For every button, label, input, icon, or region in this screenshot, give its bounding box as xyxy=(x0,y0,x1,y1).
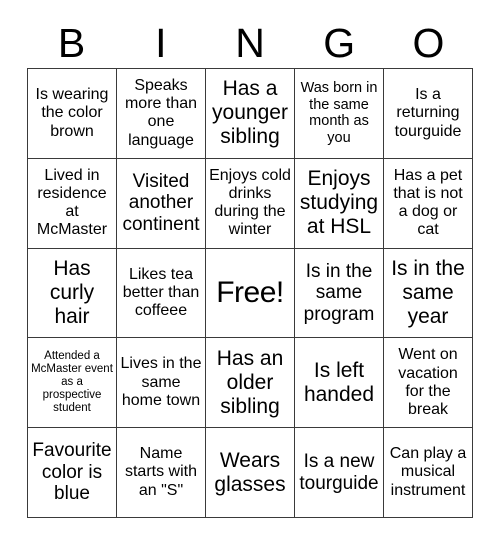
bingo-cell-label: Wears glasses xyxy=(214,448,286,496)
bingo-cell[interactable]: Has a younger sibling xyxy=(206,69,295,159)
bingo-cell[interactable]: Lives in the same home town xyxy=(117,338,206,429)
bingo-cell-label: Visited another continent xyxy=(122,170,200,236)
bingo-cell-label: Is a new tourguide xyxy=(299,450,379,494)
bingo-cell[interactable]: Likes tea better than coffeee xyxy=(117,248,206,339)
bingo-cell-label: Is left handed xyxy=(303,358,375,406)
bingo-cell-label: Lived in residence at McMaster xyxy=(36,166,108,239)
bingo-cell-label: Lives in the same home town xyxy=(120,355,202,409)
bingo-cell[interactable]: Is left handed xyxy=(295,338,384,429)
bingo-cell[interactable]: Is in the same year xyxy=(384,248,473,339)
bingo-cell-label: Is a returning tourguide xyxy=(394,86,462,140)
bingo-cell[interactable]: Wears glasses xyxy=(206,428,295,518)
bingo-cell-label: Is in the same program xyxy=(303,260,375,325)
bingo-cell-label: Has an older sibling xyxy=(216,346,284,418)
bingo-cell-label: Likes tea better than coffeee xyxy=(122,265,200,320)
bingo-cell[interactable]: Has a pet that is not a dog or cat xyxy=(384,158,473,249)
bingo-cell-label: Speaks more than one language xyxy=(124,76,198,149)
bingo-cell[interactable]: Can play a musical instrument xyxy=(384,428,473,518)
bingo-cell-label: Can play a musical instrument xyxy=(389,445,467,499)
bingo-cell-label: Went on vacation for the break xyxy=(398,346,458,419)
bingo-free-space[interactable]: Free! xyxy=(206,248,295,339)
bingo-cell-label: Attended a McMaster event as a prospecti… xyxy=(31,350,113,415)
bingo-cell-label: Has curly hair xyxy=(49,257,95,328)
bingo-cell[interactable]: Name starts with an "S" xyxy=(117,428,206,518)
bingo-cell[interactable]: Is wearing the color brown xyxy=(28,69,117,159)
bingo-cell[interactable]: Is a new tourguide xyxy=(295,428,384,518)
bingo-header-letter-o: O xyxy=(412,19,445,66)
bingo-cell[interactable]: Is in the same program xyxy=(295,248,384,339)
bingo-cell[interactable]: Has curly hair xyxy=(28,248,117,339)
bingo-cell-label: Name starts with an "S" xyxy=(124,445,197,499)
bingo-header-letter-i: I xyxy=(155,19,167,66)
bingo-cell[interactable]: Went on vacation for the break xyxy=(384,338,473,429)
bingo-cell[interactable]: Speaks more than one language xyxy=(117,69,206,159)
bingo-cell[interactable]: Enjoys studying at HSL xyxy=(295,158,384,249)
bingo-cell-label: Favourite color is blue xyxy=(32,440,112,505)
bingo-cell-label: Has a younger sibling xyxy=(212,77,288,149)
bingo-header-letter-n: N xyxy=(235,19,265,66)
bingo-cell-label: Enjoys studying at HSL xyxy=(299,167,379,239)
bingo-cell[interactable]: Has an older sibling xyxy=(206,338,295,429)
bingo-cell[interactable]: Favourite color is blue xyxy=(28,428,117,518)
bingo-grid: Is wearing the color brown Speaks more t… xyxy=(27,68,473,518)
bingo-cell[interactable]: Is a returning tourguide xyxy=(384,69,473,159)
bingo-cell[interactable]: Visited another continent xyxy=(117,158,206,249)
bingo-cell[interactable]: Was born in the same month as you xyxy=(295,69,384,159)
bingo-cell[interactable]: Enjoys cold drinks during the winter xyxy=(206,158,295,249)
bingo-cell-label: Is wearing the color brown xyxy=(35,86,109,140)
bingo-card: B I N G O Is wearing the color brown Spe… xyxy=(0,0,500,544)
bingo-header-letter-b: B xyxy=(57,19,86,66)
bingo-cell[interactable]: Attended a McMaster event as a prospecti… xyxy=(28,338,117,429)
bingo-header-row: B I N G O xyxy=(27,18,473,68)
bingo-cell-label: Enjoys cold drinks during the winter xyxy=(209,166,291,239)
bingo-cell-label: Is in the same year xyxy=(391,257,465,328)
bingo-cell-label: Has a pet that is not a dog or cat xyxy=(393,166,463,239)
bingo-free-space-label: Free! xyxy=(216,275,284,309)
bingo-cell-label: Was born in the same month as you xyxy=(300,80,378,146)
bingo-header-letter-g: G xyxy=(323,19,356,66)
bingo-cell[interactable]: Lived in residence at McMaster xyxy=(28,158,117,249)
